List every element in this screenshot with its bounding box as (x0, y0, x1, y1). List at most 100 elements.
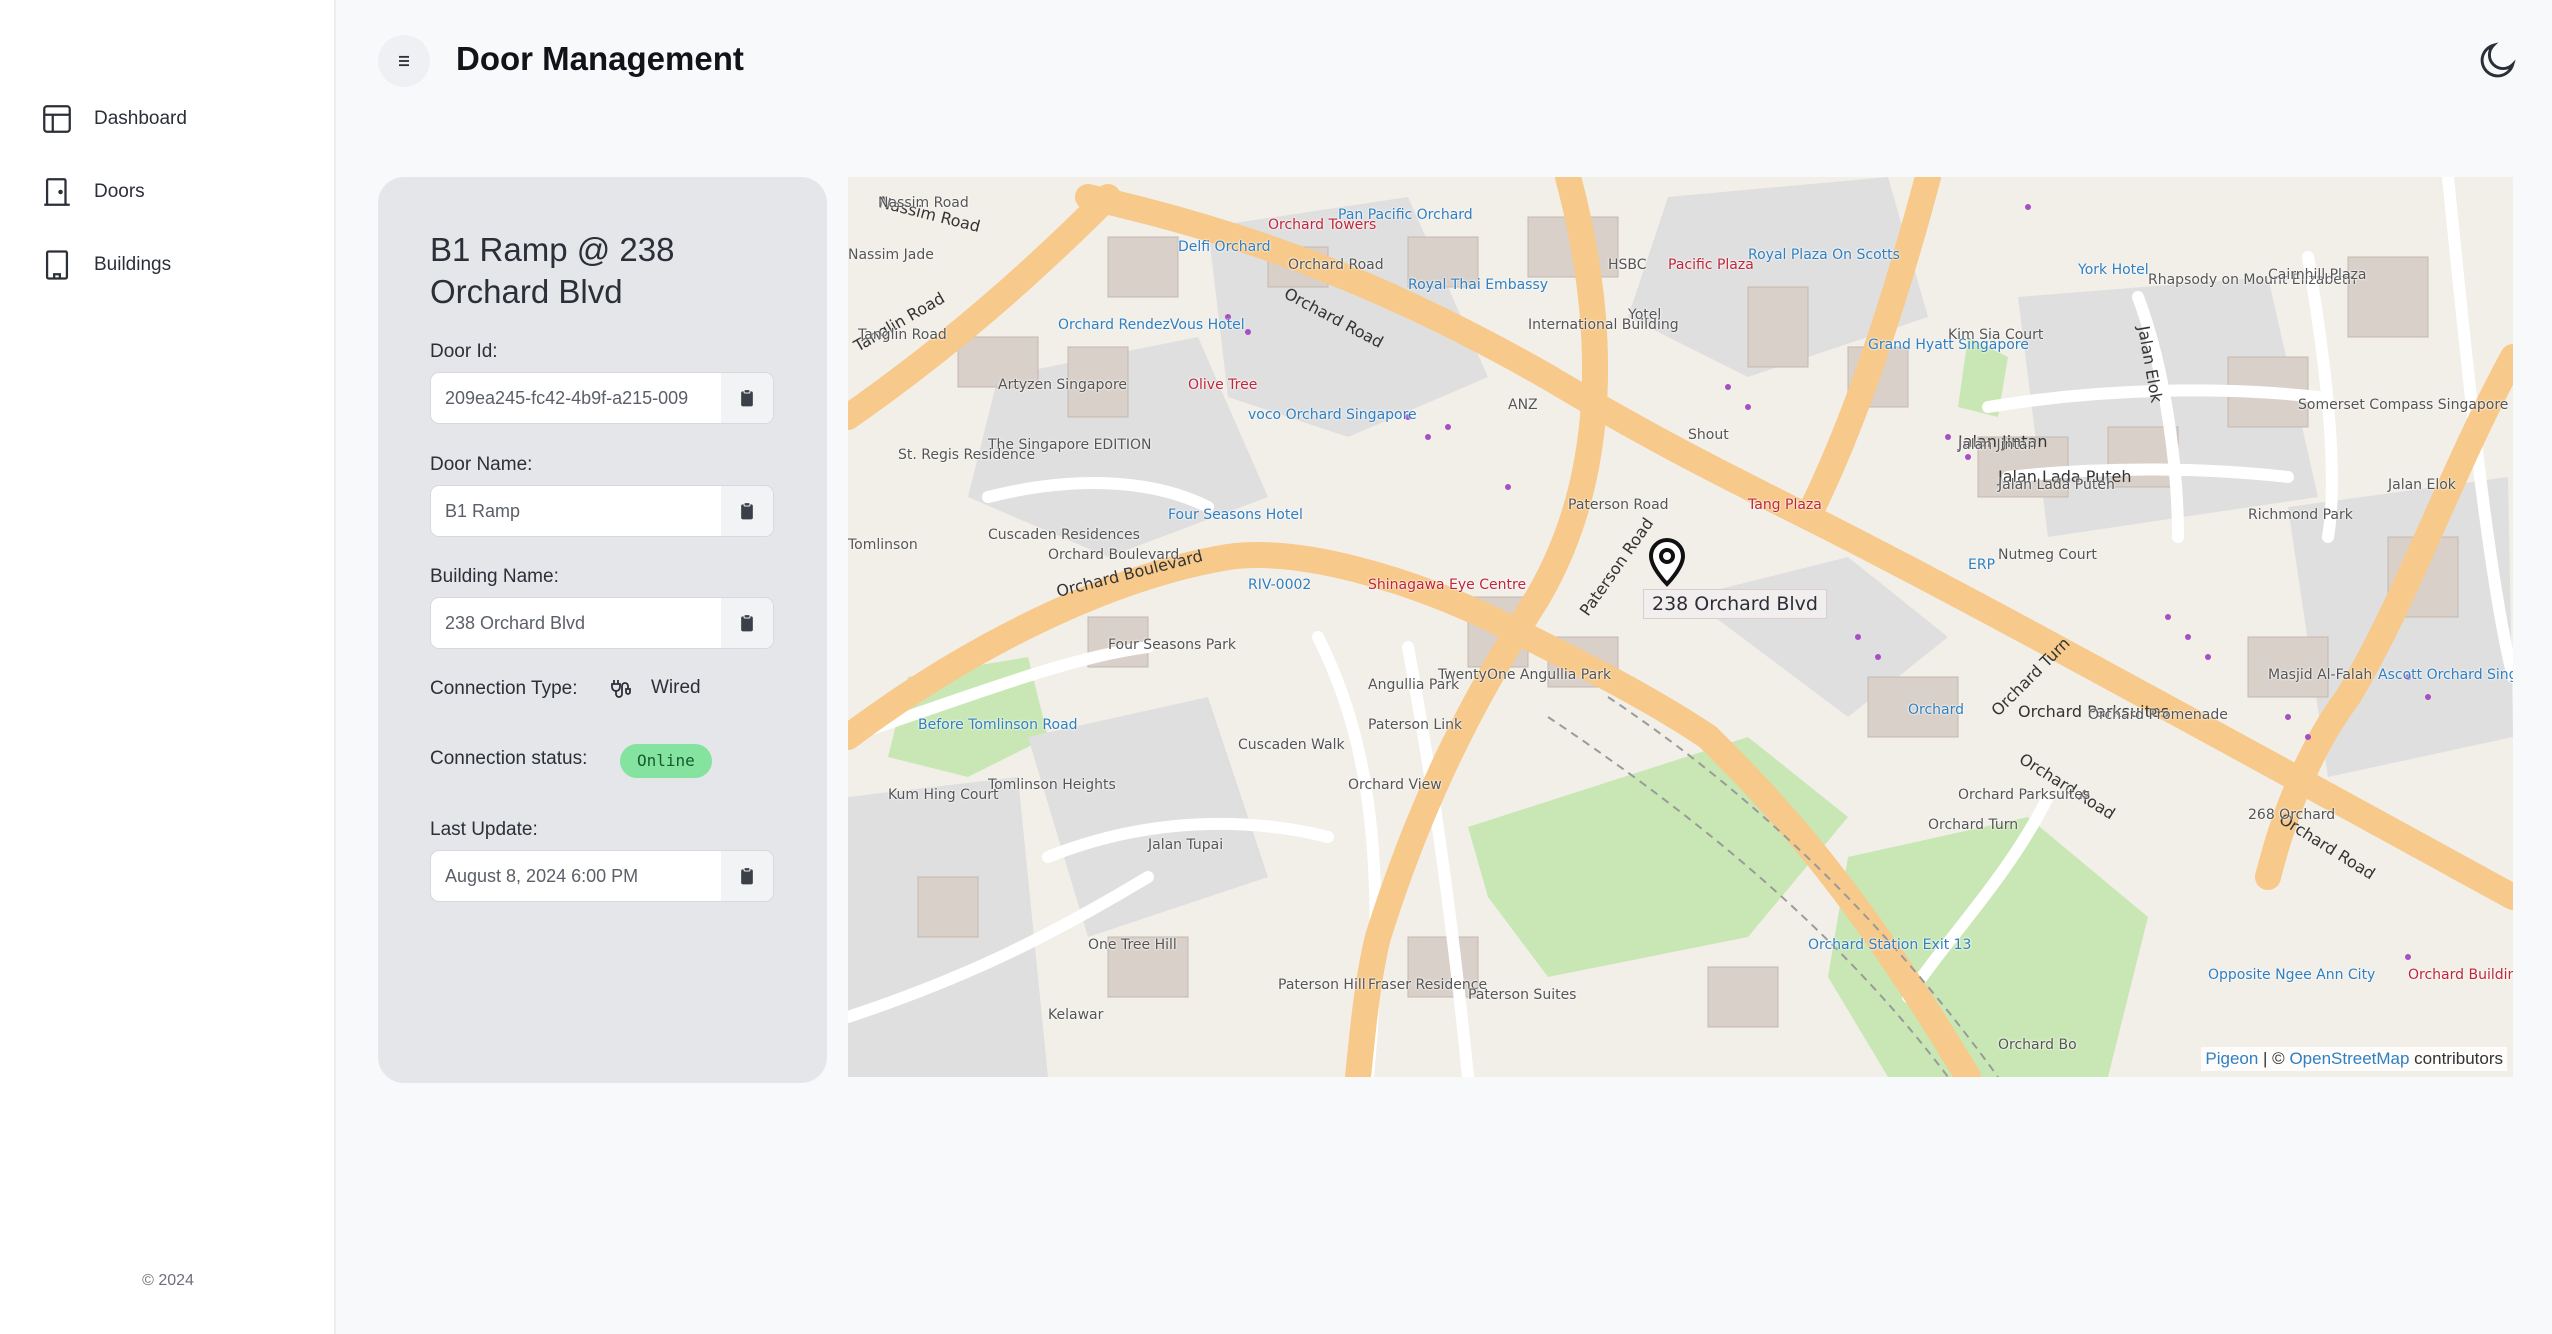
map-place-label: International Building (1528, 317, 1679, 333)
map-place-label: Kelawar (1048, 1007, 1104, 1023)
map-place-label: Before Tomlinson Road (918, 717, 1078, 733)
clipboard-icon (741, 614, 753, 632)
map-place-label: Ascott Orchard Singapore (2378, 667, 2513, 683)
clipboard-icon (741, 867, 753, 885)
copy-building-name-button[interactable] (721, 598, 773, 648)
map-place-label: Artyzen Singapore (998, 377, 1128, 393)
last-update-input[interactable] (431, 851, 721, 901)
map-place-label: Four Seasons Hotel (1168, 507, 1303, 523)
map-place-label: ERP (1968, 557, 1996, 573)
map-place-label: One Tree Hill (1088, 937, 1177, 953)
map-place-label: St. Regis Residence (898, 447, 1036, 463)
theme-toggle-button[interactable] (2476, 38, 2520, 82)
map-place-label: Orchard Station Exit 13 (1808, 937, 1972, 953)
map-place-label: Angullia Park (1368, 677, 1460, 693)
sidebar-item-buildings[interactable]: Buildings (40, 244, 187, 286)
connection-status-label: Connection status: (430, 748, 588, 769)
last-update-label: Last Update: (430, 819, 538, 840)
map-place-label: York Hotel (2078, 262, 2149, 278)
map-place-label: Richmond Park (2248, 507, 2353, 523)
page-title: Door Management (456, 40, 744, 77)
door-name-label: Door Name: (430, 454, 533, 475)
map-place-label: Orchard Turn (1928, 817, 2019, 833)
map-place-label: Pacific Plaza (1668, 257, 1754, 273)
sidebar-item-doors[interactable]: Doors (40, 171, 187, 213)
sidebar-item-label: Dashboard (94, 108, 187, 129)
menu-icon (399, 55, 409, 67)
map-attribution: Pigeon | © OpenStreetMap contributors (2201, 1047, 2507, 1071)
moon-icon (2480, 42, 2516, 78)
map-place-label: Paterson Link (1368, 717, 1463, 733)
map-place-label: Orchard Parksuites (1958, 787, 2091, 803)
map-place-label: Paterson Suites (1468, 987, 1577, 1003)
map-place-label: Orchard (1908, 702, 1965, 718)
building-icon (45, 250, 69, 280)
map-place-label: 268 Orchard (2248, 807, 2336, 823)
building-name-field (430, 597, 774, 649)
map-place-label: Pan Pacific Orchard (1338, 207, 1473, 223)
door-icon (44, 178, 70, 206)
map-place-label: Nutmeg Court (1998, 547, 2097, 563)
map-place-label: Tomlinson Heights (988, 777, 1116, 793)
map-place-label: Jalan Tupai (1148, 837, 1224, 853)
sidebar-item-label: Doors (94, 181, 145, 202)
map-place-label: Cuscaden Residences (988, 527, 1140, 543)
sidebar-item-label: Buildings (94, 254, 172, 275)
map-place-label: Nassim Jade (848, 247, 934, 263)
map-place-label: HSBC (1608, 257, 1647, 273)
map-place-label: Royal Plaza On Scotts (1748, 247, 1900, 263)
map-place-label: Jalan Lada Puteh (1998, 477, 2115, 493)
clipboard-icon (741, 389, 753, 407)
connection-type-label: Connection Type: (430, 678, 578, 699)
map-place-label: voco Orchard Singapore (1248, 407, 1417, 423)
openstreetmap-link[interactable]: OpenStreetMap (2289, 1049, 2409, 1068)
copy-door-name-button[interactable] (721, 486, 773, 536)
copyright: © 2024 (142, 1272, 194, 1289)
map-place-label: Orchard Boulevard (1048, 547, 1180, 563)
map-place-label: Orchard Promenade (2088, 707, 2228, 723)
map-place-label: Orchard Road (1288, 257, 1384, 273)
last-update-field (430, 850, 774, 902)
map-place-label: Royal Thai Embassy (1408, 277, 1549, 293)
copy-last-update-button[interactable] (721, 851, 773, 901)
map-place-label: Tang Plaza (1748, 497, 1822, 513)
door-details-card: B1 Ramp @ 238 Orchard Blvd Door Id: Door… (378, 177, 827, 1083)
menu-button[interactable] (378, 35, 430, 87)
map-place-label: Nassim Road (878, 195, 969, 211)
door-id-input[interactable] (431, 373, 721, 423)
map-place-label: Orchard View (1348, 777, 1442, 793)
sidebar: Dashboard Doors Buildings © 2024 (0, 0, 336, 1334)
sidebar-item-dashboard[interactable]: Dashboard (40, 98, 187, 140)
map-place-label: Opposite Ngee Ann City (2208, 967, 2376, 983)
map-view[interactable]: Nassim Road Tanglin Road Orchard Road Or… (848, 177, 2513, 1077)
map-place-label: Four Seasons Park (1108, 637, 1237, 653)
door-name-input[interactable] (431, 486, 721, 536)
map-pin-icon[interactable] (1643, 537, 1691, 589)
map-place-label: Cairnhill Plaza (2268, 267, 2367, 283)
map-place-label: Delfi Orchard (1178, 239, 1271, 255)
map-place-label: Kum Hing Court (888, 787, 999, 803)
map-place-label: Orchard Building (2408, 967, 2513, 983)
map-place-label: Jalan Jintan (1958, 437, 2037, 453)
map-place-label: Tomlinson (848, 537, 918, 553)
clipboard-icon (741, 502, 753, 520)
map-place-label: Paterson Hill (1278, 977, 1366, 993)
map-marker-label: 238 Orchard Blvd (1643, 589, 1827, 619)
map-place-label: Shinagawa Eye Centre (1368, 577, 1527, 593)
door-name-field (430, 485, 774, 537)
copy-door-id-button[interactable] (721, 373, 773, 423)
sidebar-nav: Dashboard Doors Buildings (40, 98, 187, 317)
map-place-label: ANZ (1508, 397, 1538, 413)
map-place-label: Shout (1688, 427, 1729, 443)
map-place-label: Cuscaden Walk (1238, 737, 1345, 753)
building-name-input[interactable] (431, 598, 721, 648)
pigeon-link[interactable]: Pigeon (2205, 1049, 2258, 1068)
map-place-label: Jalan Elok (2388, 477, 2456, 493)
attribution-separator: | © (2258, 1049, 2290, 1068)
layout-icon (43, 105, 71, 133)
map-place-label: Paterson Road (1568, 497, 1669, 513)
map-place-label: Tanglin Road (858, 327, 947, 343)
cable-icon (611, 680, 631, 698)
door-title: B1 Ramp @ 238 Orchard Blvd (430, 231, 675, 310)
status-badge: Online (620, 744, 712, 778)
